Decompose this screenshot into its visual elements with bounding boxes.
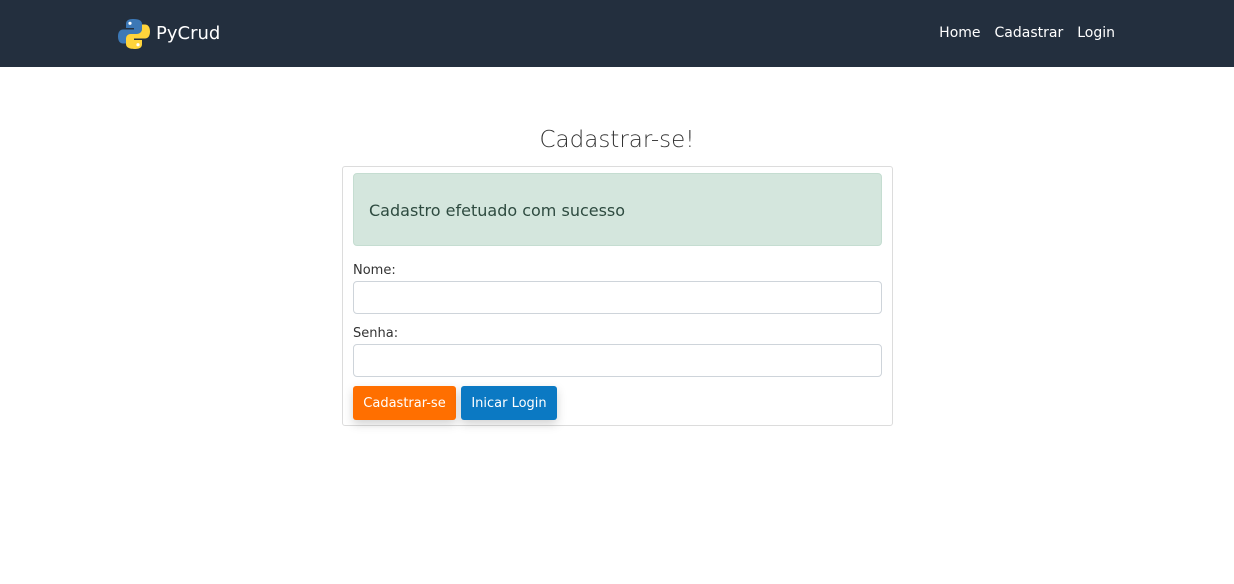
alert-message: Cadastro efetuado com sucesso: [369, 201, 626, 220]
nav-links: Home Cadastrar Login: [939, 22, 1115, 44]
signup-button[interactable]: Cadastrar-se: [353, 386, 456, 420]
nav-link-home[interactable]: Home: [939, 22, 980, 44]
start-login-button[interactable]: Inicar Login: [461, 386, 557, 420]
name-label: Nome:: [353, 263, 396, 278]
brand-link[interactable]: PyCrud: [116, 16, 220, 52]
brand-name: PyCrud: [156, 23, 221, 44]
python-logo-icon: [118, 19, 150, 49]
password-label: Senha:: [353, 326, 399, 341]
nav-link-cadastrar[interactable]: Cadastrar: [995, 22, 1064, 44]
nav-link-login[interactable]: Login: [1077, 22, 1115, 44]
navbar: PyCrud Home Cadastrar Login: [0, 0, 1234, 67]
password-input[interactable]: [353, 344, 882, 377]
success-alert: Cadastro efetuado com sucesso: [353, 173, 882, 246]
page-title: Cadastrar-se!: [539, 127, 695, 153]
name-input[interactable]: [353, 281, 882, 314]
signup-card: Cadastro efetuado com sucesso Nome: Senh…: [342, 166, 893, 426]
